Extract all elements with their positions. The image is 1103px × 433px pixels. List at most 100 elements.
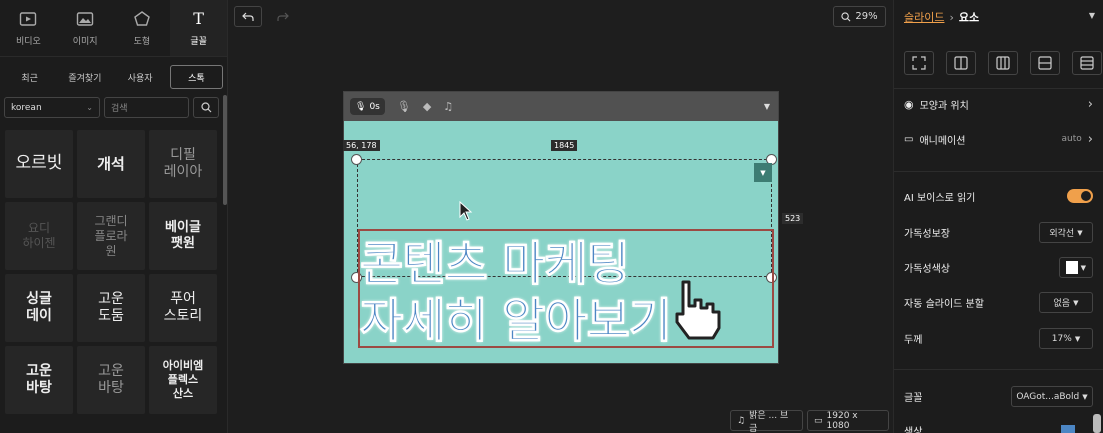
shape-position-label: 모양과 위치 [919,100,969,112]
voice-timer-button[interactable]: 🎙 0s [350,98,385,115]
redo-button[interactable] [269,6,297,27]
caret-down-icon: ▼ [1074,334,1081,343]
slide-canvas[interactable]: 🎙 0s 🎙 ◆ ♫ ▼ 56, 178 1845 523 ▼ 콘텐츠 마케팅 … [343,91,804,364]
auto-split-value: 없음 [1053,299,1071,309]
tool-image[interactable]: 이미지 [57,0,114,56]
fit-button[interactable] [904,51,934,75]
chevron-right-icon: › [1087,131,1093,147]
legibility-select[interactable]: 외각선 ▼ [1039,222,1093,243]
font-card[interactable]: 그랜디 플로라 원 [77,202,145,270]
music-button[interactable]: ♫ 밝은 ... 브금 [730,410,803,433]
tool-shape-label: 도형 [133,36,151,47]
split-vertical-button[interactable] [946,51,976,75]
resize-handle[interactable] [351,154,362,165]
font-card[interactable]: 푸어 스토리 [149,274,217,342]
monitor-icon: ▭ [814,415,823,426]
split-three-button[interactable] [988,51,1018,75]
music-note-icon: ♫ [737,415,746,426]
font-grid: 오르빗 개석 디필 레이아 요디 하이젠 그랜디 플로라 원 베이글 팻원 싱글… [0,120,227,424]
tab-recent[interactable]: 최근 [4,65,55,89]
font-card[interactable]: 요디 하이젠 [5,202,73,270]
shape-position-row[interactable]: ◉ 모양과 위치 › [904,96,1093,112]
thickness-select[interactable]: 17% ▼ [1039,328,1093,349]
color-swatch [1066,261,1078,274]
legibility-value: 외각선 [1049,229,1075,239]
ai-voice-row: AI 보이스로 읽기 [904,188,1093,204]
text-icon: T [193,8,204,28]
font-card[interactable]: 싱글 데이 [5,274,73,342]
font-card[interactable]: 오르빗 [5,130,73,198]
transition-icon[interactable]: ◆ [423,100,431,113]
tab-user[interactable]: 사용자 [115,65,166,89]
shape-icon [134,10,150,26]
font-card[interactable]: 개석 [77,130,145,198]
rows-2-icon [1038,56,1052,70]
music-note-icon[interactable]: ♫ [443,100,453,113]
font-value: OAGot...aBold [1016,391,1080,402]
undo-button[interactable] [234,6,262,27]
ai-voice-toggle[interactable] [1067,189,1093,203]
breadcrumb: 슬라이드 › 요소 [904,9,979,25]
record-icon[interactable]: 🎙 [397,100,411,113]
expand-icon [912,56,926,70]
layout-buttons [904,51,1102,75]
editor-canvas: 29% 🎙 0s 🎙 ◆ ♫ ▼ 56, 178 1845 523 ▼ 콘텐츠 … [229,0,893,433]
text-color-swatch[interactable] [1061,425,1075,433]
image-icon [76,11,94,26]
font-card[interactable]: 베이글 팻원 [149,202,217,270]
tool-video[interactable]: 비디오 [0,0,57,56]
split-horizontal-button[interactable] [1030,51,1060,75]
color-row: 색상 [904,423,1093,433]
mouse-cursor-icon [459,201,473,221]
zoom-value: 29% [855,11,878,22]
font-list-scrollbar[interactable] [223,95,227,205]
thickness-row: 두께 17% ▼ [904,328,1093,349]
search-icon [200,102,211,113]
font-source-tabs: 최근 즐겨찾기 사용자 스톡 [0,57,227,95]
breadcrumb-slide-link[interactable]: 슬라이드 [904,9,944,25]
tool-shape[interactable]: 도형 [114,0,171,56]
font-card[interactable]: 고운 바탕 [77,346,145,414]
animation-row[interactable]: ▭ 애니메이션 auto › [904,131,1093,147]
slide-toolbar: 🎙 0s 🎙 ◆ ♫ ▼ [344,92,778,121]
resolution-button[interactable]: ▭ 1920 x 1080 [807,410,889,431]
split-rows-button[interactable] [1072,51,1102,75]
color-label: 색상 [904,426,923,433]
font-search-input[interactable]: 검색 [104,97,189,118]
microphone-icon: 🎙 [355,101,367,112]
auto-split-select[interactable]: 없음 ▼ [1039,292,1093,313]
language-select[interactable]: korean ⌄ [4,97,100,118]
font-card[interactable]: 고운 도둠 [77,274,145,342]
zoom-control[interactable]: 29% [833,6,886,27]
undo-icon [242,12,254,21]
headline-line-2: 자세히 알아보기 [359,294,672,350]
zoom-icon [841,11,851,21]
font-card[interactable]: 아이비엠 플렉스 산스 [149,346,217,414]
asset-type-tabs: 비디오 이미지 도형 T 글꼴 [0,0,227,57]
font-card[interactable]: 고운 바탕 [5,346,73,414]
chevron-down-icon[interactable]: ▼ [1089,11,1095,20]
voice-timer-value: 0s [369,101,380,112]
video-icon [20,11,37,26]
inspector-scrollbar[interactable] [1093,414,1101,433]
font-select[interactable]: OAGot...aBold ▼ [1011,386,1093,407]
tool-video-label: 비디오 [15,36,41,47]
divider [894,88,1103,89]
language-select-value: korean [11,102,42,113]
chevron-right-icon: › [1087,96,1093,112]
search-button[interactable] [193,97,219,118]
tool-text[interactable]: T 글꼴 [170,0,227,56]
chevron-down-icon[interactable]: ▼ [764,102,770,111]
asset-panel: 비디오 이미지 도형 T 글꼴 최근 즐겨찾기 사용자 스톡 korean ⌄ … [0,0,228,433]
chevron-down-icon: ⌄ [86,103,93,112]
legibility-label: 가독성보장 [904,229,950,240]
tab-stock[interactable]: 스톡 [169,65,223,89]
pointer-hand-icon [675,280,721,340]
element-menu-button[interactable]: ▼ [754,163,772,182]
legibility-color-picker[interactable]: ▼ [1059,257,1093,278]
thickness-value: 17% [1051,333,1072,344]
font-card[interactable]: 디필 레이아 [149,130,217,198]
font-label: 글꼴 [904,393,923,404]
tool-text-label: 글꼴 [190,36,207,47]
tab-favorites[interactable]: 즐겨찾기 [59,65,110,89]
